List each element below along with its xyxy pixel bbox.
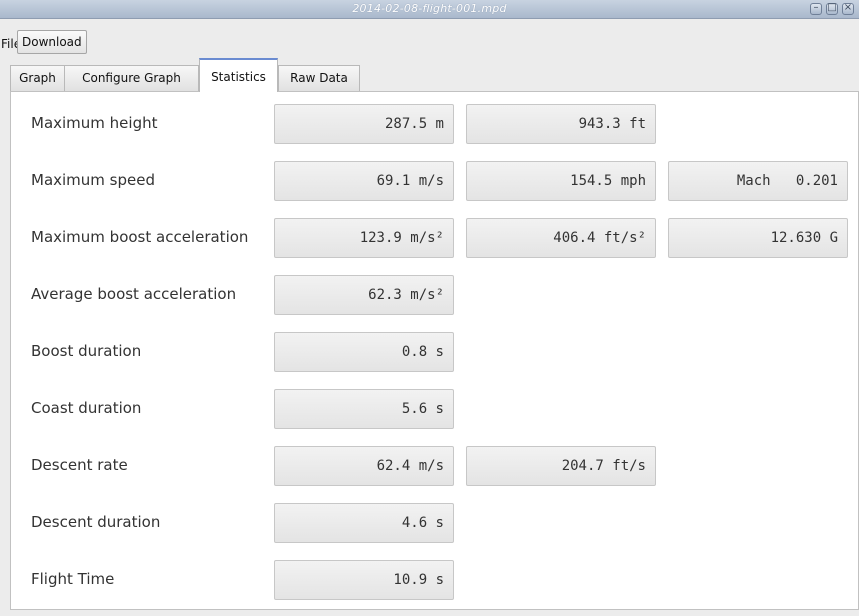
stat-value-metric: 62.3 m/s² (274, 275, 454, 315)
statistics-panel: Maximum height 287.5 m 943.3 ft Maximum … (10, 91, 859, 610)
tab-graph[interactable]: Graph (10, 65, 65, 91)
stat-label: Descent rate (31, 456, 128, 474)
stat-value: 4.6 s (274, 503, 454, 543)
stat-row-maximum-boost-acceleration: Maximum boost acceleration 123.9 m/s² 40… (11, 218, 859, 258)
stat-value-imperial: 154.5 mph (466, 161, 656, 201)
minimize-icon[interactable]: – (810, 2, 822, 15)
stat-value-mach: Mach 0.201 (668, 161, 848, 201)
stat-row-maximum-height: Maximum height 287.5 m 943.3 ft (11, 104, 859, 144)
stat-value-metric: 69.1 m/s (274, 161, 454, 201)
tab-bar: Graph Configure Graph Statistics Raw Dat… (10, 58, 859, 92)
stat-row-flight-time: Flight Time 10.9 s (11, 560, 859, 600)
close-icon[interactable]: × (842, 2, 854, 15)
stat-row-descent-duration: Descent duration 4.6 s (11, 503, 859, 543)
stat-value-metric: 287.5 m (274, 104, 454, 144)
tab-raw-data[interactable]: Raw Data (278, 65, 360, 91)
stat-value-imperial: 406.4 ft/s² (466, 218, 656, 258)
stat-value: 0.8 s (274, 332, 454, 372)
stat-row-boost-duration: Boost duration 0.8 s (11, 332, 859, 372)
stat-label: Maximum speed (31, 171, 155, 189)
stat-row-coast-duration: Coast duration 5.6 s (11, 389, 859, 429)
tab-statistics[interactable]: Statistics (199, 58, 278, 92)
stat-label: Boost duration (31, 342, 142, 360)
stat-value-imperial: 204.7 ft/s (466, 446, 656, 486)
stat-row-descent-rate: Descent rate 62.4 m/s 204.7 ft/s (11, 446, 859, 486)
stat-row-average-boost-acceleration: Average boost acceleration 62.3 m/s² (11, 275, 859, 315)
window-titlebar[interactable]: 2014-02-08-flight-001.mpd – □ × (0, 0, 859, 19)
stat-value-g: 12.630 G (668, 218, 848, 258)
menu-bar: File Download (0, 29, 859, 57)
stat-label: Maximum boost acceleration (31, 228, 249, 246)
download-button[interactable]: Download (17, 30, 87, 54)
stat-value-imperial: 943.3 ft (466, 104, 656, 144)
stat-label: Maximum height (31, 114, 158, 132)
stat-label: Descent duration (31, 513, 161, 531)
stat-label: Coast duration (31, 399, 142, 417)
stat-value-metric: 62.4 m/s (274, 446, 454, 486)
maximize-icon[interactable]: □ (826, 2, 838, 15)
stat-value-metric: 123.9 m/s² (274, 218, 454, 258)
stat-row-maximum-speed: Maximum speed 69.1 m/s 154.5 mph Mach 0.… (11, 161, 859, 201)
stat-label: Flight Time (31, 570, 115, 588)
stat-value: 10.9 s (274, 560, 454, 600)
window-title: 2014-02-08-flight-001.mpd (352, 2, 507, 15)
stat-label: Average boost acceleration (31, 285, 237, 303)
tab-configure-graph[interactable]: Configure Graph (64, 65, 199, 91)
stat-value: 5.6 s (274, 389, 454, 429)
